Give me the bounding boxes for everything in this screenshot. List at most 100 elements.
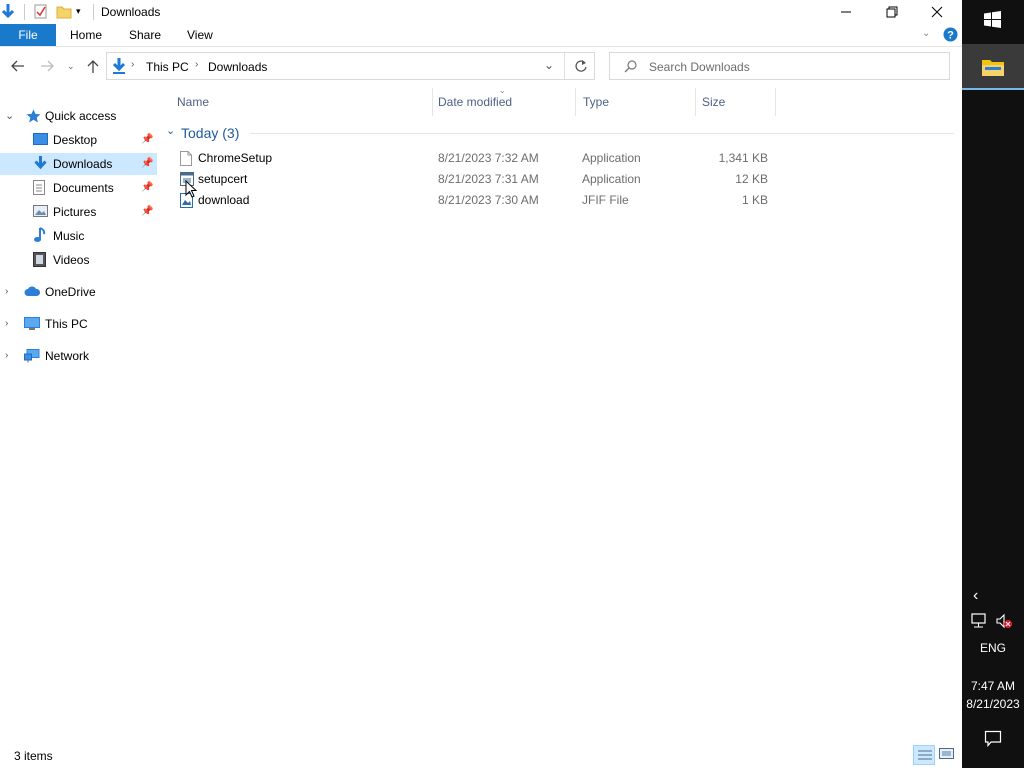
title-bar: ▾ Downloads xyxy=(0,0,962,24)
taskbar: ‹ ENG 7:47 AM 8/21/2023 xyxy=(962,0,1024,768)
expand-ribbon-icon[interactable]: ⌄ xyxy=(922,28,930,39)
file-date: 8/21/2023 7:32 AM xyxy=(438,151,539,165)
nav-this-pc[interactable]: › This PC xyxy=(0,313,157,335)
taskbar-file-explorer[interactable] xyxy=(962,44,1024,90)
address-dropdown-icon[interactable]: ⌄ xyxy=(544,58,554,72)
column-header-name[interactable]: Name xyxy=(177,95,209,109)
language-indicator[interactable]: ENG xyxy=(962,641,1024,655)
file-name: setupcert xyxy=(198,172,248,186)
file-name: download xyxy=(198,193,250,207)
details-view-button[interactable] xyxy=(913,745,935,765)
clock-time[interactable]: 7:47 AM xyxy=(962,679,1024,693)
nav-label: Desktop xyxy=(53,133,98,147)
recent-locations-icon[interactable]: ⌄ xyxy=(67,61,75,72)
nav-label: Downloads xyxy=(53,157,113,171)
collapsed-chevron-icon[interactable]: › xyxy=(5,345,8,367)
tab-share[interactable]: Share xyxy=(117,24,173,46)
address-divider xyxy=(564,53,565,79)
documents-icon xyxy=(33,180,48,195)
column-divider[interactable] xyxy=(575,88,576,116)
properties-icon[interactable] xyxy=(33,3,49,20)
column-header-date[interactable]: Date modified xyxy=(438,95,512,109)
status-bar: 3 items xyxy=(0,744,962,768)
forward-arrow-icon[interactable] xyxy=(40,59,54,73)
column-header-size[interactable]: Size xyxy=(702,95,725,109)
tab-view[interactable]: View xyxy=(175,24,225,46)
start-windows-icon[interactable] xyxy=(984,11,1001,28)
nav-label: Pictures xyxy=(53,205,97,219)
clock-date[interactable]: 8/21/2023 xyxy=(962,697,1024,711)
pictures-icon xyxy=(33,205,48,219)
nav-label: OneDrive xyxy=(45,285,96,299)
file-type: Application xyxy=(582,172,641,186)
file-size: 1,341 KB xyxy=(718,151,768,165)
collapsed-chevron-icon[interactable]: › xyxy=(5,281,8,303)
nav-label: Quick access xyxy=(45,109,117,123)
nav-item-documents[interactable]: Documents 📌 xyxy=(0,177,157,199)
tab-file[interactable]: File xyxy=(0,24,56,46)
file-row[interactable]: download 8/21/2023 7:30 AM JFIF File 1 K… xyxy=(178,190,778,211)
expanded-chevron-icon[interactable]: ⌄ xyxy=(5,105,14,127)
nav-quick-access[interactable]: ⌄ Quick access xyxy=(0,105,157,127)
column-divider[interactable] xyxy=(695,88,696,116)
navigation-pane: ⌄ Quick access Desktop 📌 Downloads 📌 Doc… xyxy=(0,86,157,736)
column-header-type[interactable]: Type xyxy=(583,95,609,109)
column-divider[interactable] xyxy=(775,88,776,116)
nav-item-music[interactable]: Music xyxy=(0,225,157,247)
computer-icon xyxy=(24,317,40,331)
qat-divider xyxy=(24,4,25,20)
qat-dropdown-icon[interactable]: ▾ xyxy=(76,6,81,17)
videos-icon xyxy=(33,252,48,267)
close-button[interactable] xyxy=(914,0,960,24)
item-count: 3 items xyxy=(14,749,53,763)
network-icon xyxy=(24,349,40,363)
action-center-icon[interactable] xyxy=(984,730,1002,747)
ribbon: File Home Share View ⌄ ? xyxy=(0,24,962,47)
volume-muted-icon[interactable] xyxy=(995,613,1013,629)
nav-onedrive[interactable]: › OneDrive xyxy=(0,281,157,303)
svg-text:?: ? xyxy=(947,30,954,42)
file-size: 1 KB xyxy=(741,193,768,207)
pin-icon[interactable]: 📌 xyxy=(141,177,153,199)
network-status-icon[interactable] xyxy=(970,613,988,629)
help-icon[interactable]: ? xyxy=(943,27,958,42)
downloads-location-icon xyxy=(111,57,127,75)
back-arrow-icon[interactable] xyxy=(11,59,25,73)
pin-icon[interactable]: 📌 xyxy=(141,153,153,175)
file-row[interactable]: ChromeSetup 8/21/2023 7:32 AM Applicatio… xyxy=(178,148,778,169)
downloads-icon xyxy=(33,155,48,170)
file-type: Application xyxy=(582,151,641,165)
nav-item-downloads[interactable]: Downloads 📌 xyxy=(0,153,157,175)
group-collapse-icon[interactable]: ⌄ xyxy=(166,124,175,137)
downloads-arrow-icon xyxy=(0,3,16,21)
new-folder-icon[interactable] xyxy=(56,4,72,19)
group-divider xyxy=(250,133,954,134)
address-bar[interactable]: › This PC › Downloads ⌄ xyxy=(106,52,595,80)
nav-item-desktop[interactable]: Desktop 📌 xyxy=(0,129,157,151)
nav-label: Documents xyxy=(53,181,114,195)
nav-network[interactable]: › Network xyxy=(0,345,157,367)
column-divider[interactable] xyxy=(432,88,433,116)
pin-icon[interactable]: 📌 xyxy=(141,129,153,151)
breadcrumb-this-pc[interactable]: This PC xyxy=(146,60,189,74)
window-title: Downloads xyxy=(101,5,161,19)
breadcrumb-separator-icon: › xyxy=(131,59,135,70)
large-icons-view-button[interactable] xyxy=(939,747,955,761)
tab-home[interactable]: Home xyxy=(58,24,114,46)
refresh-icon[interactable] xyxy=(574,59,588,73)
search-box[interactable]: Search Downloads xyxy=(609,52,950,80)
breadcrumb-downloads[interactable]: Downloads xyxy=(208,60,267,74)
show-hidden-icons-icon[interactable]: ‹ xyxy=(973,587,978,605)
mouse-cursor-icon xyxy=(185,180,197,199)
nav-item-pictures[interactable]: Pictures 📌 xyxy=(0,201,157,223)
group-header-today[interactable]: ⌄ Today (3) xyxy=(164,123,954,143)
restore-button[interactable] xyxy=(869,0,915,24)
nav-item-videos[interactable]: Videos xyxy=(0,249,157,271)
collapsed-chevron-icon[interactable]: › xyxy=(5,313,8,335)
sort-indicator-icon: ⌄ xyxy=(499,86,506,95)
pin-icon[interactable]: 📌 xyxy=(141,201,153,223)
minimize-button[interactable] xyxy=(823,0,869,24)
nav-label: Music xyxy=(53,229,85,243)
up-arrow-icon[interactable] xyxy=(86,59,100,74)
file-row[interactable]: setupcert 8/21/2023 7:31 AM Application … xyxy=(178,169,778,190)
